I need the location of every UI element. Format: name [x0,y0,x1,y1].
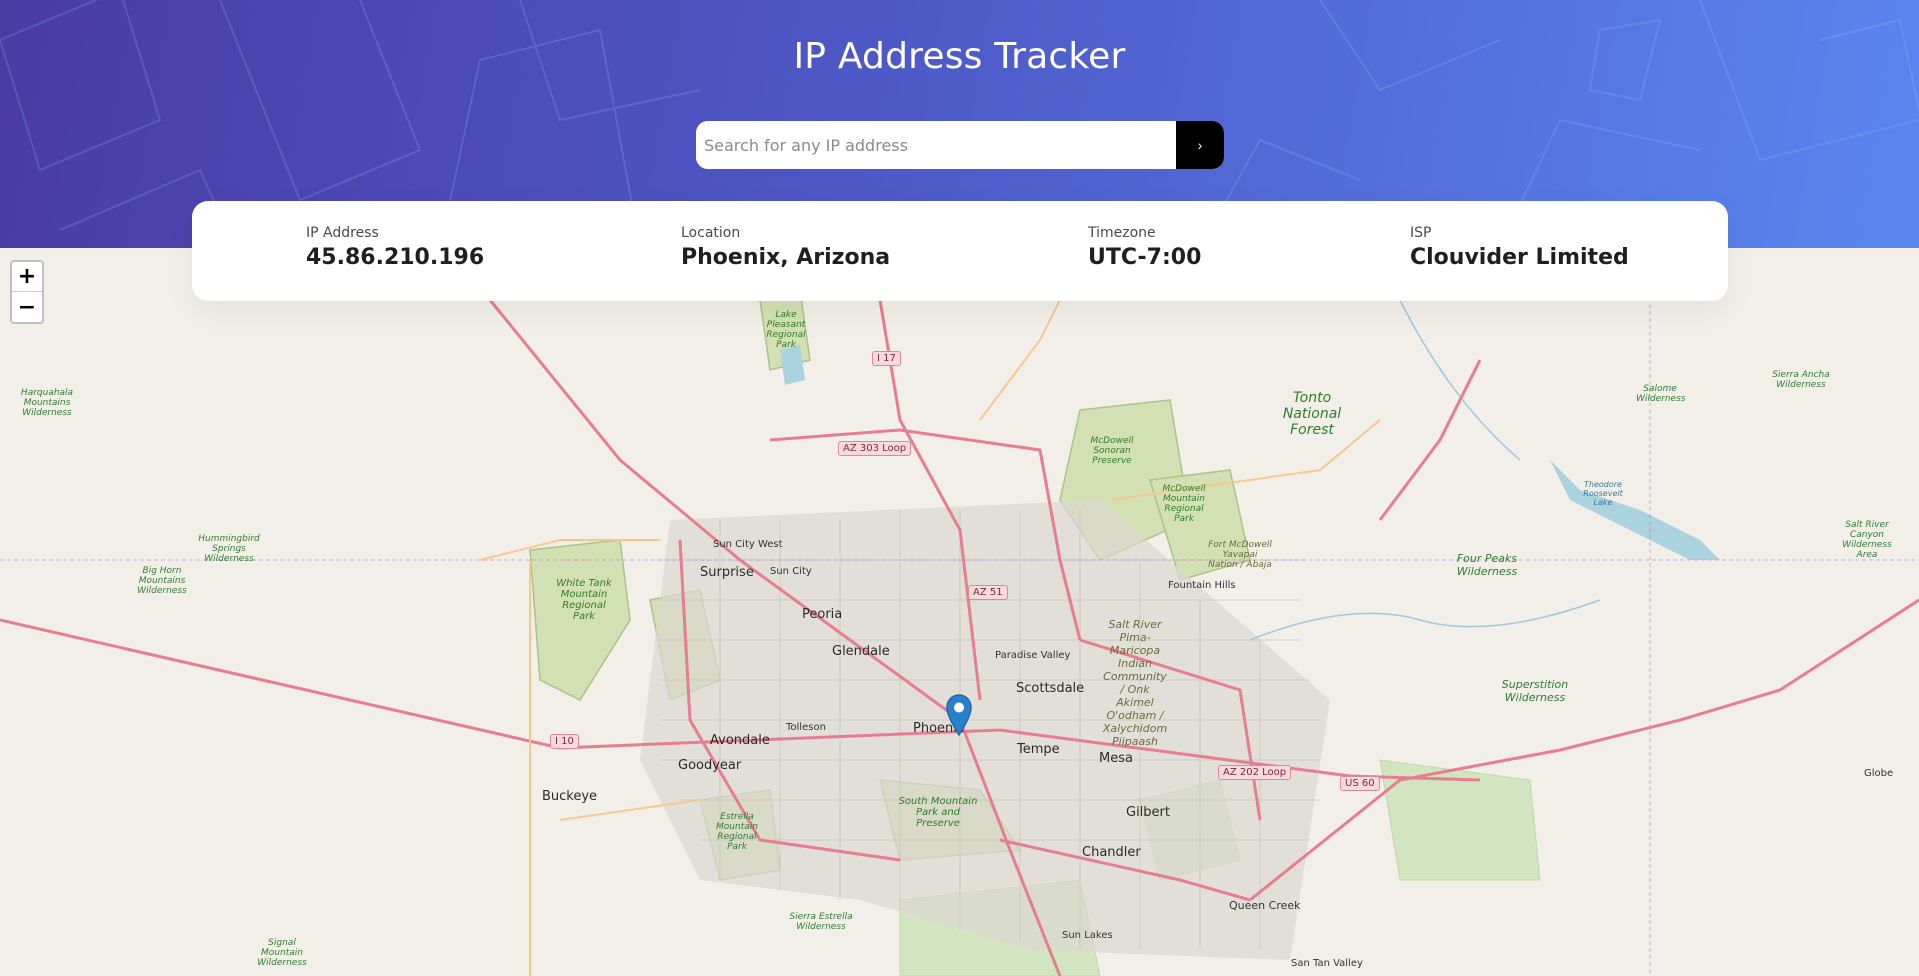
search-submit-button[interactable]: › [1176,121,1224,169]
map-area-big-horn: Big Horn Mountains Wilderness [137,566,187,596]
map-view[interactable]: Phoenix Scottsdale Tempe Mesa Glendale P… [0,248,1919,976]
road-shield-az202: AZ 202 Loop [1218,765,1292,780]
location-value: Phoenix, Arizona [681,245,891,270]
ip-address-info: IP Address 45.86.210.196 [306,225,484,270]
map-label-queen-creek: Queen Creek [1229,899,1301,912]
map-label-avondale: Avondale [710,733,770,748]
map-label-sun-city-west: Sun City West [713,539,783,550]
map-label-goodyear: Goodyear [678,758,742,773]
map-area-hummingbird-springs: Hummingbird Springs Wilderness [198,534,260,564]
location-label: Location [681,225,741,241]
location-info: Location Phoenix, Arizona [681,225,890,270]
page-title: IP Address Tracker [793,36,1126,77]
map-area-salome: Salome Wilderness [1636,384,1686,404]
map-label-paradise-valley: Paradise Valley [995,650,1071,661]
map-tiles [0,248,1919,976]
chevron-right-icon: › [1197,137,1203,153]
map-label-globe: Globe [1864,768,1894,779]
zoom-in-button[interactable]: + [12,262,42,292]
isp-value: Clouvider Limited [1410,245,1629,270]
ip-info-card: IP Address 45.86.210.196 Location Phoeni… [192,201,1728,301]
isp-info: ISP Clouvider Limited [1410,225,1629,270]
road-shield-az303: AZ 303 Loop [838,441,912,456]
map-label-surprise: Surprise [700,565,754,580]
map-area-sierra-ancha: Sierra Ancha Wilderness [1772,370,1830,390]
ip-address-label: IP Address [306,225,379,241]
map-label-san-tan-valley: San Tan Valley [1291,958,1363,969]
search-bar: › [696,121,1224,169]
map-label-fountain-hills: Fountain Hills [1168,580,1236,591]
map-label-tempe: Tempe [1017,742,1060,757]
map-area-sierra-estrella: Sierra Estrella Wilderness [789,912,853,932]
road-shield-i17: I 17 [872,351,901,366]
map-area-mcdowell-sonoran: McDowell Sonoran Preserve [1090,436,1134,466]
map-label-sun-lakes: Sun Lakes [1062,930,1113,941]
zoom-out-button[interactable]: − [12,292,42,322]
map-area-harquahala: Harquahala Mountains Wilderness [20,388,74,418]
map-label-chandler: Chandler [1082,845,1141,860]
map-label-sun-city: Sun City [770,566,812,577]
search-input[interactable] [696,121,1176,169]
map-area-four-peaks: Four Peaks Wilderness [1456,552,1518,578]
ip-address-value: 45.86.210.196 [306,245,485,270]
map-zoom-controls: + − [10,260,44,324]
map-label-scottsdale: Scottsdale [1016,681,1085,696]
map-area-tonto-national-forest: Tonto National Forest [1282,390,1342,438]
map-label-gilbert: Gilbert [1126,805,1170,820]
map-label-peoria: Peoria [802,607,843,622]
map-pin-icon[interactable] [946,694,972,740]
map-area-salt-river-community: Salt River Pima-Maricopa Indian Communit… [1102,618,1168,748]
map-area-fort-mcdowell: Fort McDowell Yavapai Nation / Abaja [1208,540,1272,570]
timezone-label: Timezone [1088,225,1156,241]
map-label-glendale: Glendale [832,644,890,659]
timezone-info: Timezone UTC-7:00 [1088,225,1201,270]
timezone-value: UTC-7:00 [1088,245,1202,270]
map-area-salt-river-canyon: Salt River Canyon Wilderness Area [1842,520,1892,560]
map-label-mesa: Mesa [1099,751,1133,766]
map-area-mcdowell-mountain: McDowell Mountain Regional Park [1162,484,1206,524]
map-area-white-tank: White Tank Mountain Regional Park [556,578,612,622]
road-shield-i10: I 10 [550,734,579,749]
map-label-buckeye: Buckeye [542,789,598,804]
map-area-signal-mountain: Signal Mountain Wilderness [257,938,307,968]
map-area-roosevelt-lake: Theodore Roosevelt Lake [1583,480,1623,507]
isp-label: ISP [1410,225,1432,241]
map-area-lake-pleasant: Lake Pleasant Regional Park [766,310,806,350]
road-shield-az51: AZ 51 [968,585,1008,600]
map-area-estrella-mountain: Estrella Mountain Regional Park [716,812,758,852]
map-label-tolleson: Tolleson [786,722,826,733]
map-area-superstition: Superstition Wilderness [1501,678,1569,704]
map-area-south-mountain: South Mountain Park and Preserve [898,796,978,829]
road-shield-us60: US 60 [1340,776,1380,791]
